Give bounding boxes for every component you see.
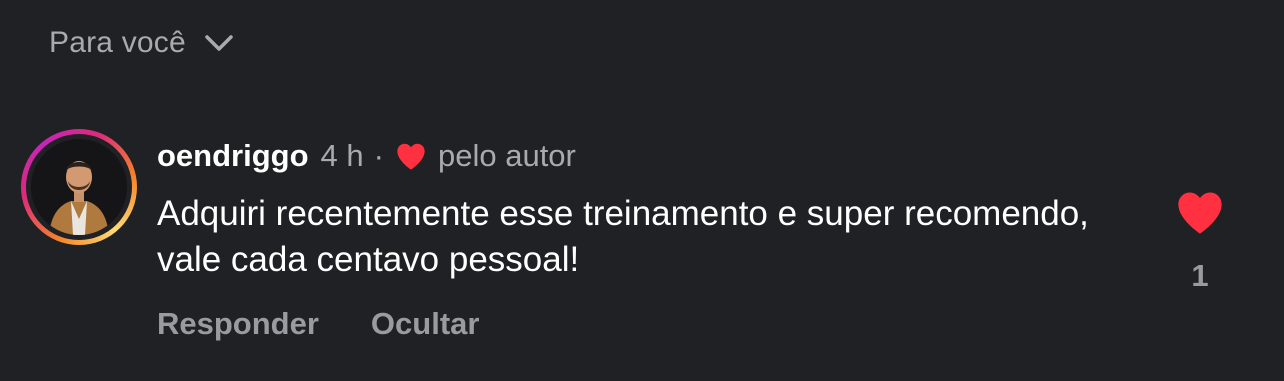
heart-filled-icon [1178, 192, 1222, 234]
comment-actions: Responder Ocultar [157, 302, 479, 346]
avatar-photo [31, 139, 127, 235]
comment-meta: oendriggo 4 h · pelo autor [157, 134, 576, 178]
like-count: 1 [1191, 258, 1209, 293]
hide-button[interactable]: Ocultar [371, 306, 480, 342]
heart-icon [394, 141, 428, 171]
comment-timestamp: 4 h [320, 138, 364, 173]
avatar-gap [26, 134, 132, 240]
filter-label: Para você [49, 26, 186, 59]
avatar[interactable] [21, 129, 137, 245]
meta-separator: · [373, 138, 384, 173]
comment-text: Adquiri recentemente esse treinamento e … [157, 194, 1089, 279]
feed-filter-dropdown[interactable]: Para você [49, 22, 234, 64]
comment-username[interactable]: oendriggo [157, 138, 309, 174]
reply-button[interactable]: Responder [157, 306, 319, 342]
chevron-down-icon [204, 34, 234, 52]
liked-by-author-label: pelo autor [437, 138, 576, 173]
like-button[interactable] [1174, 188, 1226, 236]
